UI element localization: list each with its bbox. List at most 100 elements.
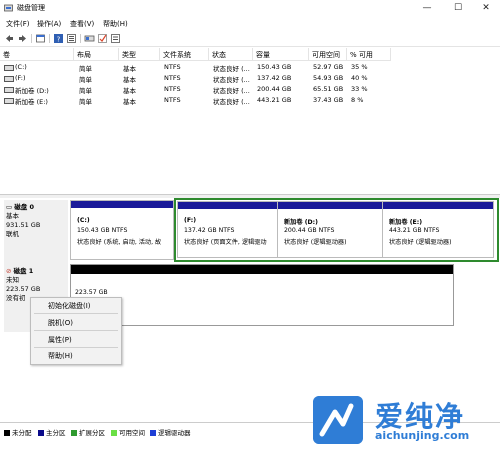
- volume-free-space: 65.51 GB: [313, 85, 344, 93]
- legend-primary: 主分区: [38, 427, 66, 437]
- minimize-button[interactable]: —: [413, 0, 441, 16]
- volume-layout: 简单: [79, 98, 92, 106]
- properties-icon[interactable]: [35, 33, 46, 44]
- volume-percent-free: 8 %: [351, 96, 364, 104]
- refresh-icon[interactable]: [66, 33, 77, 44]
- partition-size: 200.44 GB NTFS: [284, 227, 335, 234]
- legend-extended: 扩展分区: [71, 427, 105, 437]
- back-icon[interactable]: [4, 33, 15, 44]
- volume-capacity: 443.21 GB: [257, 96, 292, 104]
- column-header-type[interactable]: 类型: [119, 48, 160, 61]
- table-row[interactable]: 新加卷 (D:) 简单 基本 NTFS 状态良好 (... 200.44 GB …: [0, 84, 500, 95]
- menu-item-help[interactable]: 帮助(H): [48, 351, 73, 361]
- menu-action[interactable]: 操作(A): [37, 19, 61, 29]
- table-row[interactable]: 新加卷 (E:) 简单 基本 NTFS 状态良好 (... 443.21 GB …: [0, 95, 500, 106]
- column-header-percent-free[interactable]: % 可用: [347, 48, 391, 61]
- volume-name: (C:): [15, 63, 27, 71]
- unallocated-bar: [71, 265, 453, 274]
- watermark-logo-icon: [313, 396, 363, 444]
- partition-name: (F:): [184, 217, 197, 224]
- column-header-status[interactable]: 状态: [209, 48, 253, 61]
- volume-layout: 简单: [79, 87, 92, 95]
- legend-swatch: [4, 430, 10, 436]
- column-header-volume[interactable]: 卷: [0, 48, 74, 61]
- toolbar-separator: [80, 34, 81, 43]
- drive-icon: [4, 65, 14, 71]
- table-row[interactable]: (C:) 简单 基本 NTFS 状态良好 (... 150.43 GB 52.9…: [0, 62, 500, 73]
- toolbar: ?: [0, 31, 500, 47]
- volume-type: 基本: [123, 98, 136, 106]
- volume-status: 状态良好 (...: [213, 98, 250, 106]
- list-icon[interactable]: [110, 33, 121, 44]
- check-icon[interactable]: [97, 33, 108, 44]
- partition-e[interactable]: 新加卷 (E:) 443.21 GB NTFS 状态良好 (逻辑驱动器): [382, 201, 494, 258]
- partition-size: 150.43 GB NTFS: [77, 227, 128, 234]
- volume-layout: 简单: [79, 76, 92, 84]
- partition-name: (C:): [77, 217, 90, 224]
- partition-name: 新加卷 (D:): [284, 219, 318, 226]
- menu-item-properties[interactable]: 属性(P): [48, 335, 72, 345]
- volume-capacity: 200.44 GB: [257, 85, 292, 93]
- disk-1-name: 磁盘 1: [13, 267, 34, 275]
- disk-0-type: 基本: [6, 212, 19, 220]
- menu-item-offline[interactable]: 脱机(O): [48, 318, 73, 328]
- volume-filesystem: NTFS: [164, 74, 181, 82]
- menu-view[interactable]: 查看(V): [70, 19, 94, 29]
- table-row[interactable]: (F:) 简单 基本 NTFS 状态良好 (... 137.42 GB 54.9…: [0, 73, 500, 84]
- volume-list: 卷 布局 类型 文件系统 状态 容量 可用空间 % 可用 (C:) 简单 基本 …: [0, 48, 500, 194]
- disk-0-label[interactable]: ▭ 磁盘 0 基本 931.51 GB 联机: [4, 200, 68, 268]
- volume-filesystem: NTFS: [164, 85, 181, 93]
- drive-icon: [4, 98, 14, 104]
- legend-swatch: [111, 430, 117, 436]
- legend-unallocated: 未分配: [4, 427, 32, 437]
- partition-bar: [383, 202, 493, 209]
- maximize-button[interactable]: ☐: [444, 0, 472, 16]
- partition-bar: [278, 202, 382, 209]
- volume-name: (F:): [15, 74, 26, 82]
- disk-warning-icon: ⊘: [6, 267, 12, 275]
- partition-c[interactable]: (C:) 150.43 GB NTFS 状态良好 (系统, 启动, 活动, 故: [70, 200, 174, 260]
- menu-help[interactable]: 帮助(H): [103, 19, 128, 29]
- partition-status: 状态良好 (逻辑驱动器): [284, 239, 347, 246]
- drive-icon: [4, 76, 14, 82]
- volume-status: 状态良好 (...: [213, 65, 250, 73]
- disk-1-size: 223.57 GB: [6, 285, 41, 293]
- menu-separator: [34, 330, 118, 331]
- disk-1-type: 未知: [6, 276, 19, 284]
- legend-free-space: 可用空间: [111, 427, 145, 437]
- volume-free-space: 54.93 GB: [313, 74, 344, 82]
- legend-swatch: [71, 430, 77, 436]
- rescan-icon[interactable]: [84, 33, 95, 44]
- column-header-layout[interactable]: 布局: [74, 48, 119, 61]
- window-title: 磁盘管理: [17, 4, 45, 12]
- partition-f[interactable]: (F:) 137.42 GB NTFS 状态良好 (页面文件, 逻辑驱动: [177, 201, 278, 258]
- volume-type: 基本: [123, 76, 136, 84]
- toolbar-separator: [49, 34, 50, 43]
- column-header-filesystem[interactable]: 文件系统: [160, 48, 209, 61]
- partition-bar: [71, 201, 173, 208]
- menu-bar: 文件(F) 操作(A) 查看(V) 帮助(H): [0, 17, 500, 30]
- menu-file[interactable]: 文件(F): [6, 19, 30, 29]
- volume-percent-free: 35 %: [351, 63, 368, 71]
- legend-swatch: [38, 430, 44, 436]
- column-header-free-space[interactable]: 可用空间: [309, 48, 347, 61]
- partition-status: 状态良好 (逻辑驱动器): [389, 239, 452, 246]
- help-icon[interactable]: ?: [53, 33, 64, 44]
- volume-free-space: 52.97 GB: [313, 63, 344, 71]
- menu-separator: [34, 313, 118, 314]
- volume-type: 基本: [123, 87, 136, 95]
- volume-filesystem: NTFS: [164, 96, 181, 104]
- column-header-capacity[interactable]: 容量: [253, 48, 309, 61]
- volume-name: 新加卷 (D:): [15, 87, 49, 95]
- unallocated-space[interactable]: 223.57 GB: [70, 264, 454, 326]
- partition-d[interactable]: 新加卷 (D:) 200.44 GB NTFS 状态良好 (逻辑驱动器): [277, 201, 383, 258]
- volume-layout: 简单: [79, 65, 92, 73]
- volume-name: 新加卷 (E:): [15, 98, 48, 106]
- volume-type: 基本: [123, 65, 136, 73]
- close-button[interactable]: ✕: [472, 0, 500, 16]
- title-bar: 磁盘管理 — ☐ ✕: [0, 0, 500, 16]
- forward-icon[interactable]: [17, 33, 28, 44]
- menu-item-initialize-disk[interactable]: 初始化磁盘(I): [48, 301, 91, 311]
- legend-swatch: [150, 430, 156, 436]
- unallocated-size: 223.57 GB: [75, 289, 108, 296]
